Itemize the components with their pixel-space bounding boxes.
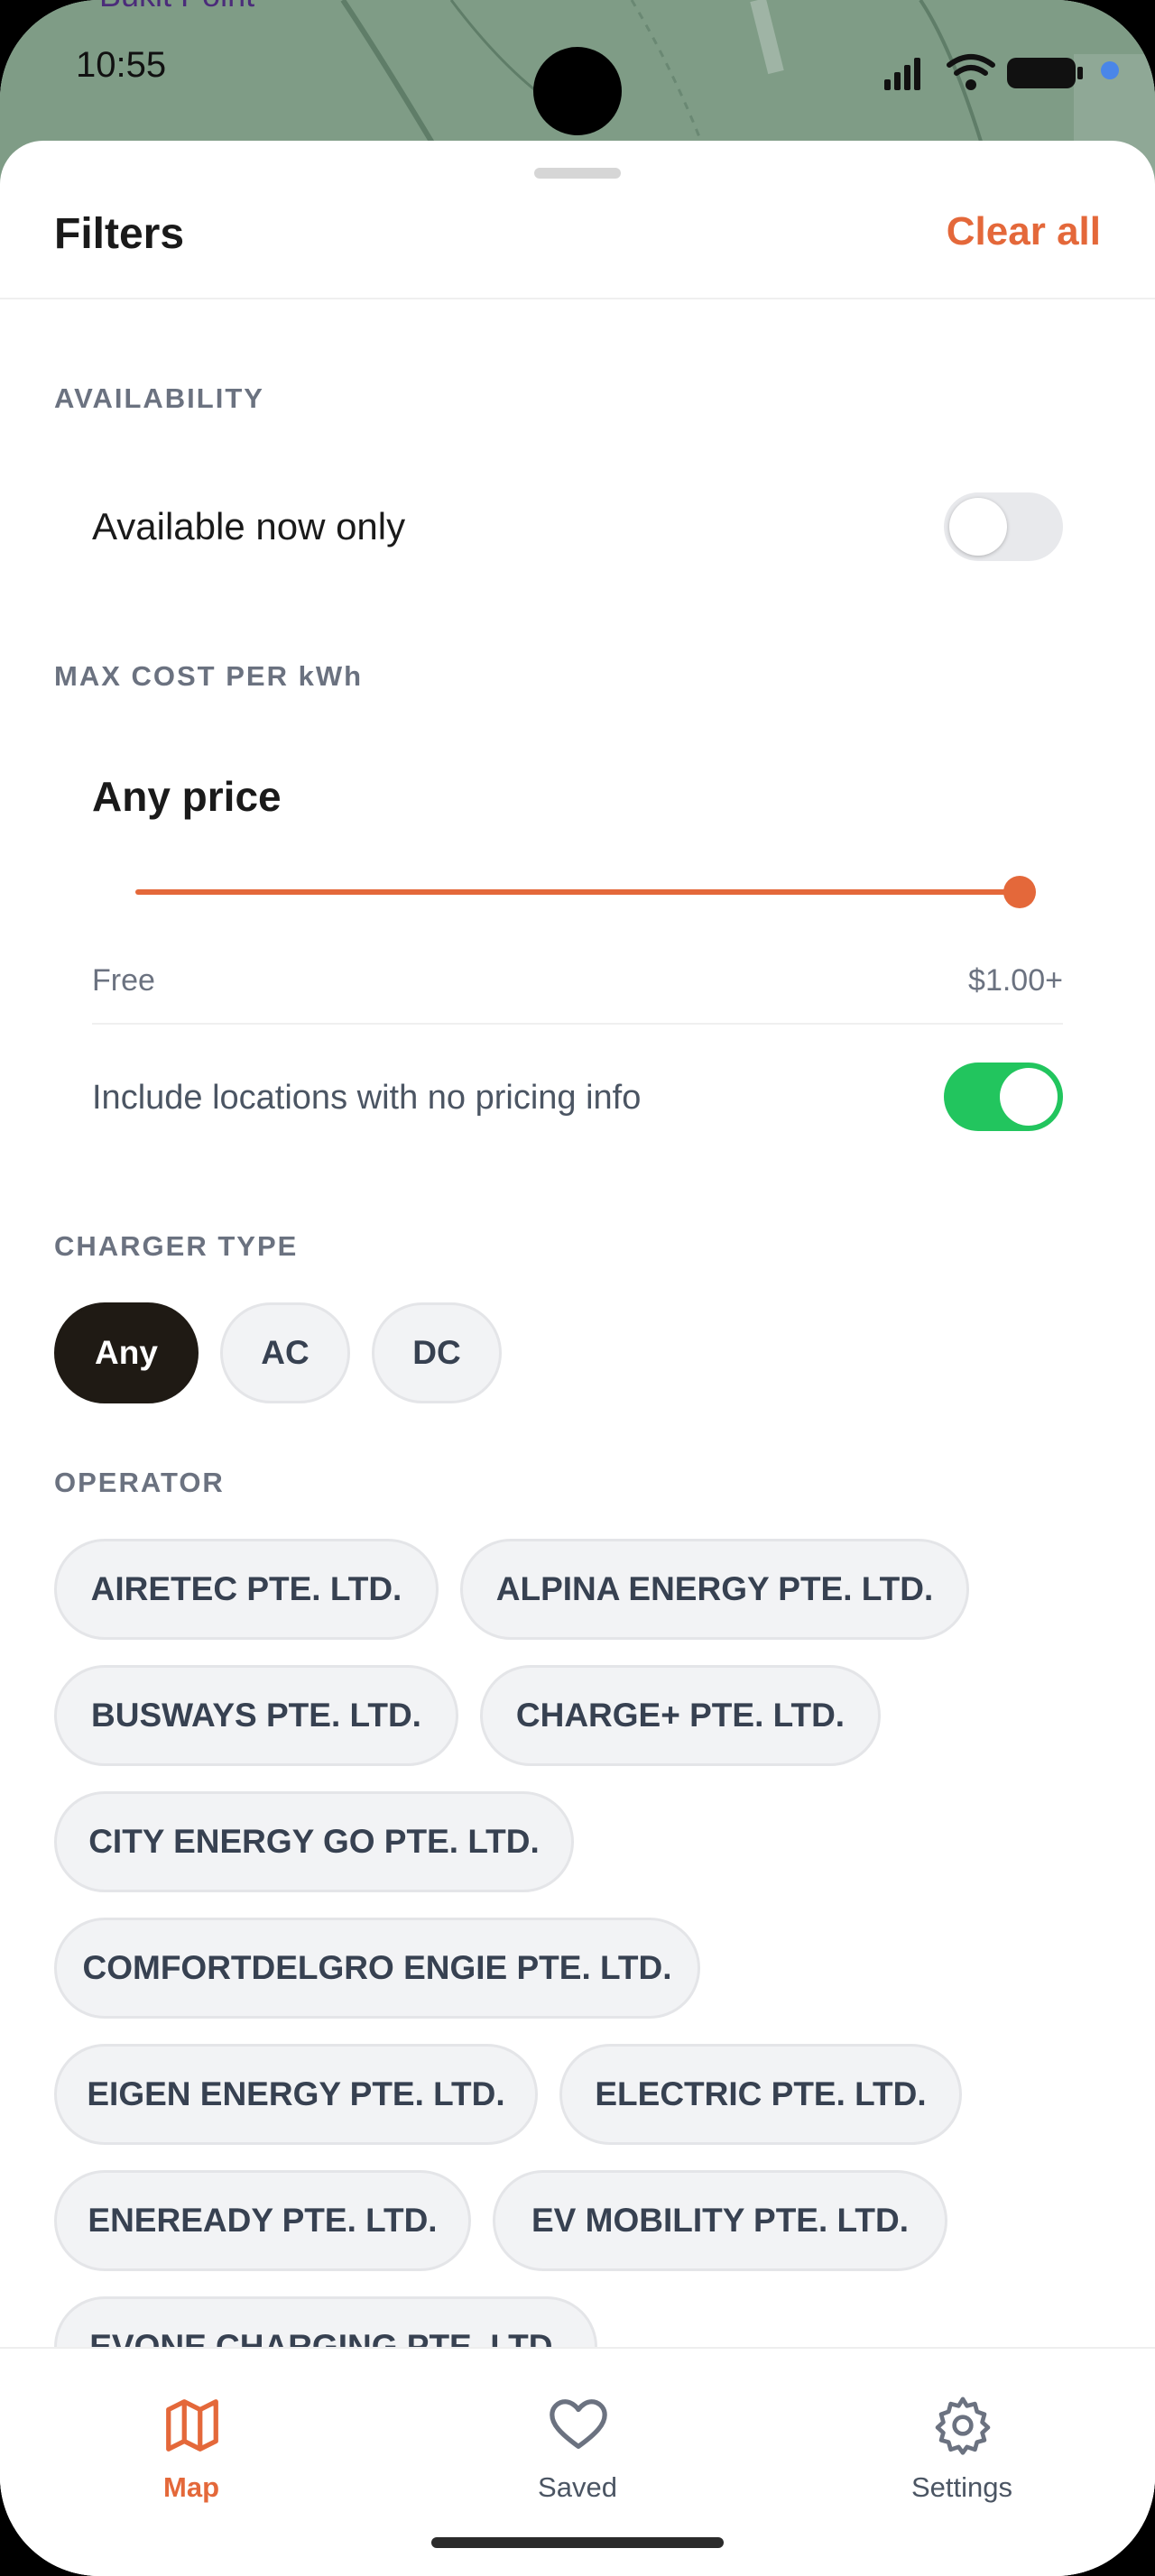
operator-chip[interactable]: ENEREADY PTE. LTD. — [54, 2170, 471, 2271]
price-slider-thumb[interactable] — [1003, 876, 1036, 908]
phone-screen: Bukit Point 10:55 Filters — [0, 0, 1155, 2576]
nav-item-settings[interactable]: Settings — [845, 2349, 1079, 2529]
price-range-max-label: $1.00+ — [968, 963, 1063, 998]
toggle-knob — [949, 498, 1007, 556]
toggle-knob — [1000, 1068, 1058, 1126]
operator-chip[interactable]: EV MOBILITY PTE. LTD. — [493, 2170, 947, 2271]
operator-chip[interactable]: EIGEN ENERGY PTE. LTD. — [54, 2044, 538, 2145]
nav-item-map[interactable]: Map — [74, 2349, 309, 2529]
gear-icon — [935, 2397, 991, 2455]
availability-section-label: AVAILABILITY — [54, 382, 264, 414]
charger-type-chip-dc[interactable]: DC — [372, 1302, 502, 1403]
operator-chip[interactable]: BUSWAYS PTE. LTD. — [54, 1665, 458, 1766]
signal-icon — [884, 58, 920, 90]
operator-chip[interactable]: CHARGE+ PTE. LTD. — [480, 1665, 881, 1766]
front-camera — [533, 47, 622, 135]
operator-section-label: OPERATOR — [54, 1467, 225, 1498]
operator-chip[interactable]: COMFORTDELGRO ENGIE PTE. LTD. — [54, 1918, 700, 2019]
battery-icon — [1007, 58, 1083, 88]
available-now-label: Available now only — [92, 505, 406, 547]
nav-label-map: Map — [163, 2471, 219, 2503]
include-no-pricing-label: Include locations with no pricing info — [92, 1079, 642, 1117]
status-bar: 10:55 — [0, 0, 1155, 144]
filters-sheet: Filters Clear all AVAILABILITY Available… — [0, 141, 1155, 2576]
nav-item-saved[interactable]: Saved — [460, 2349, 695, 2529]
max-cost-section-label: MAX COST PER kWh — [54, 660, 364, 692]
include-no-pricing-toggle[interactable] — [944, 1063, 1063, 1131]
operator-chip[interactable]: ALPINA ENERGY PTE. LTD. — [460, 1539, 969, 1640]
status-time: 10:55 — [76, 45, 167, 85]
price-value-label: Any price — [92, 773, 282, 820]
divider — [92, 1023, 1063, 1025]
privacy-indicator-dot — [1101, 61, 1119, 79]
operator-chip[interactable]: AIRETEC PTE. LTD. — [54, 1539, 439, 1640]
charger-type-chip-ac[interactable]: AC — [220, 1302, 350, 1403]
heart-icon — [550, 2399, 607, 2449]
map-icon — [166, 2399, 218, 2452]
wifi-icon — [947, 54, 995, 90]
price-slider-track[interactable] — [135, 889, 1020, 895]
nav-label-saved: Saved — [538, 2471, 617, 2503]
available-now-toggle[interactable] — [944, 492, 1063, 561]
operator-chip[interactable]: CITY ENERGY GO PTE. LTD. — [54, 1791, 574, 1892]
home-indicator[interactable] — [431, 2537, 724, 2548]
sheet-title: Filters — [54, 210, 185, 258]
operator-chip[interactable]: ELECTRIC PTE. LTD. — [559, 2044, 962, 2145]
nav-label-settings: Settings — [910, 2471, 1012, 2503]
price-range-min-label: Free — [92, 963, 155, 998]
charger-type-section-label: CHARGER TYPE — [54, 1230, 299, 1262]
clear-all-button[interactable]: Clear all — [947, 209, 1101, 254]
charger-type-chip-any[interactable]: Any — [54, 1302, 199, 1403]
sheet-grabber-handle[interactable] — [534, 168, 621, 179]
status-icons — [884, 54, 1083, 90]
